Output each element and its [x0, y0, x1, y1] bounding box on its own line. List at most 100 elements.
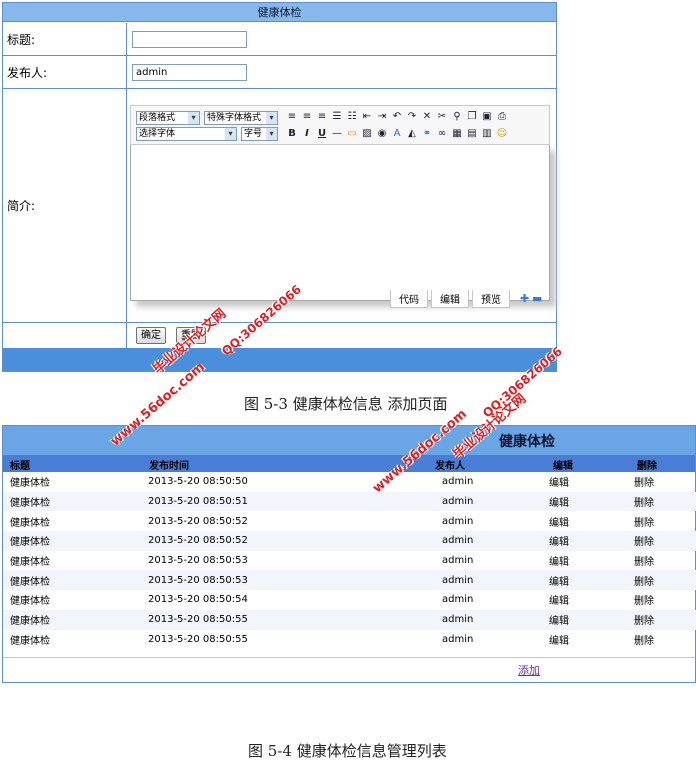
background-color-icon[interactable]: ◭ [405, 127, 419, 141]
column-header-edit: 编辑 [553, 461, 573, 472]
publisher-input[interactable]: admin [132, 64, 247, 81]
edit-link[interactable]: 编辑 [546, 531, 630, 551]
copy-icon[interactable]: ❐ [465, 110, 479, 124]
zoom-in-icon[interactable]: ✚ [520, 292, 529, 305]
cell-title: 健康体检 [3, 491, 142, 512]
smiley-icon[interactable]: ☺ [495, 127, 509, 141]
cell-title: 健康体检 [10, 517, 50, 529]
delete-link[interactable]: 删除 [630, 609, 696, 630]
font-color-icon[interactable]: A [390, 127, 404, 141]
form-header: 健康体检 [3, 3, 556, 22]
cell-publisher: admin [442, 633, 474, 645]
align-right-icon[interactable]: ≡ [315, 110, 329, 124]
insert-table-icon[interactable]: ▦ [450, 127, 464, 141]
cell-publisher: admin [442, 555, 474, 567]
table-row: 健康体检 2013-5-20 08:50:55 admin 编辑 删除 [3, 609, 696, 630]
cell-publish-time: 2013-5-20 08:50:55 [148, 633, 248, 645]
cell-title: 健康体检 [10, 478, 50, 490]
table-row: 健康体检 2013-5-20 08:50:52 admin 编辑 删除 [3, 531, 696, 551]
list-screenshot: 健康体检 标题 发布时间 发布人 编辑 删除 健康体检 2013-5-20 08:… [2, 425, 696, 683]
horizontal-rule-icon[interactable]: — [330, 127, 344, 141]
intro-row: 简介: 段落格式 特殊字体格式 选择字体 字号 ≡ ≡ ≡ ☰ ☷ ⇤ ⇥ [3, 89, 556, 323]
cell-publisher: admin [442, 594, 474, 606]
numbered-list-icon[interactable]: ☷ [345, 110, 359, 124]
delete-link[interactable]: 删除 [630, 472, 696, 492]
insert-row-icon[interactable]: ▤ [465, 127, 479, 141]
edit-link[interactable]: 编辑 [546, 472, 630, 492]
confirm-button[interactable]: 确定 [136, 327, 166, 344]
cell-publisher: admin [442, 476, 474, 488]
editor-toolbar: 段落格式 特殊字体格式 选择字体 字号 ≡ ≡ ≡ ☰ ☷ ⇤ ⇥ ↶ ↷ [130, 105, 550, 145]
toolbar-row-2: B I U — ▭ ▨ ◉ A ◭ ⚭ ∞ ▦ ▤ ▥ ☺ [285, 127, 509, 141]
table-row: 健康体检 2013-5-20 08:50:55 admin 编辑 删除 [3, 630, 696, 650]
delete-link[interactable]: 删除 [630, 570, 696, 591]
list-header: 健康体检 [3, 426, 695, 455]
title-label: 标题: [3, 23, 127, 55]
add-link[interactable]: 添加 [518, 662, 540, 678]
delete-link[interactable]: 删除 [630, 511, 696, 531]
cut-icon[interactable]: ✂ [435, 110, 449, 124]
list-title: 健康体检 [499, 434, 555, 450]
table-row: 健康体检 2013-5-20 08:50:53 admin 编辑 删除 [3, 551, 696, 571]
underline-icon[interactable]: U [315, 127, 329, 141]
cell-publish-time: 2013-5-20 08:50:52 [142, 531, 429, 551]
delete-link[interactable]: 删除 [630, 551, 696, 571]
tab-code[interactable]: 代码 [390, 290, 428, 308]
indent-icon[interactable]: ⇥ [375, 110, 389, 124]
cell-publisher: admin [429, 531, 546, 551]
column-header-title: 标题 [10, 461, 30, 472]
italic-icon[interactable]: I [300, 127, 314, 141]
align-left-icon[interactable]: ≡ [285, 110, 299, 124]
special-font-select[interactable]: 特殊字体格式 [204, 111, 278, 125]
tab-edit[interactable]: 编辑 [431, 290, 469, 308]
table-row: 健康体检 2013-5-20 08:50:52 admin 编辑 删除 [3, 511, 696, 531]
insert-folder-icon[interactable]: ▭ [345, 127, 359, 141]
editor-content-area[interactable] [130, 145, 550, 301]
font-size-select[interactable]: 字号 [241, 127, 278, 141]
table-row: 健康体检 2013-5-20 08:50:54 admin 编辑 删除 [3, 590, 696, 610]
cell-title: 健康体检 [3, 609, 142, 630]
print-icon[interactable]: ⎙ [495, 110, 509, 124]
special-char-icon[interactable]: ▥ [480, 127, 494, 141]
edit-link[interactable]: 编辑 [546, 491, 630, 512]
undo-icon[interactable]: ↶ [390, 110, 404, 124]
insert-image-icon[interactable]: ▨ [360, 127, 374, 141]
bullet-list-icon[interactable]: ☰ [330, 110, 344, 124]
edit-link[interactable]: 编辑 [546, 609, 630, 630]
paste-icon[interactable]: ▣ [480, 110, 494, 124]
delete-link[interactable]: 删除 [630, 590, 696, 610]
title-input[interactable] [132, 31, 247, 48]
redo-icon[interactable]: ↷ [405, 110, 419, 124]
cell-publish-time: 2013-5-20 08:50:53 [142, 570, 429, 591]
zoom-out-icon[interactable]: ▬ [532, 292, 542, 305]
align-center-icon[interactable]: ≡ [300, 110, 314, 124]
cell-publish-time: 2013-5-20 08:50:53 [148, 555, 248, 567]
insert-media-icon[interactable]: ◉ [375, 127, 389, 141]
unlink-icon[interactable]: ∞ [435, 127, 449, 141]
edit-link[interactable]: 编辑 [546, 590, 630, 610]
delete-icon[interactable]: ✕ [420, 110, 434, 124]
cell-title: 健康体检 [3, 570, 142, 591]
link-icon[interactable]: ⚭ [420, 127, 434, 141]
font-select[interactable]: 选择字体 [136, 127, 237, 141]
bold-icon[interactable]: B [285, 127, 299, 141]
cell-publisher: admin [429, 491, 546, 512]
cell-publisher: admin [429, 609, 546, 630]
figure-caption-5-3: 图 5-3 健康体检信息 添加页面 [244, 395, 448, 413]
cell-title: 健康体检 [10, 557, 50, 569]
delete-link[interactable]: 删除 [630, 531, 696, 551]
delete-link[interactable]: 删除 [630, 630, 696, 650]
edit-link[interactable]: 编辑 [546, 511, 630, 531]
toolbar-row-1: ≡ ≡ ≡ ☰ ☷ ⇤ ⇥ ↶ ↷ ✕ ✂ ⚲ ❐ ▣ ⎙ [285, 110, 509, 124]
tab-preview[interactable]: 预览 [472, 290, 510, 308]
title-row: 标题: [3, 23, 556, 56]
delete-link[interactable]: 删除 [630, 491, 696, 512]
edit-link[interactable]: 编辑 [546, 551, 630, 571]
edit-link[interactable]: 编辑 [546, 570, 630, 591]
outdent-icon[interactable]: ⇤ [360, 110, 374, 124]
find-icon[interactable]: ⚲ [450, 110, 464, 124]
table-row: 健康体检 2013-5-20 08:50:53 admin 编辑 删除 [3, 570, 696, 591]
edit-link[interactable]: 编辑 [546, 630, 630, 650]
paragraph-format-select[interactable]: 段落格式 [136, 111, 200, 125]
cell-publish-time: 2013-5-20 08:50:55 [142, 609, 429, 630]
